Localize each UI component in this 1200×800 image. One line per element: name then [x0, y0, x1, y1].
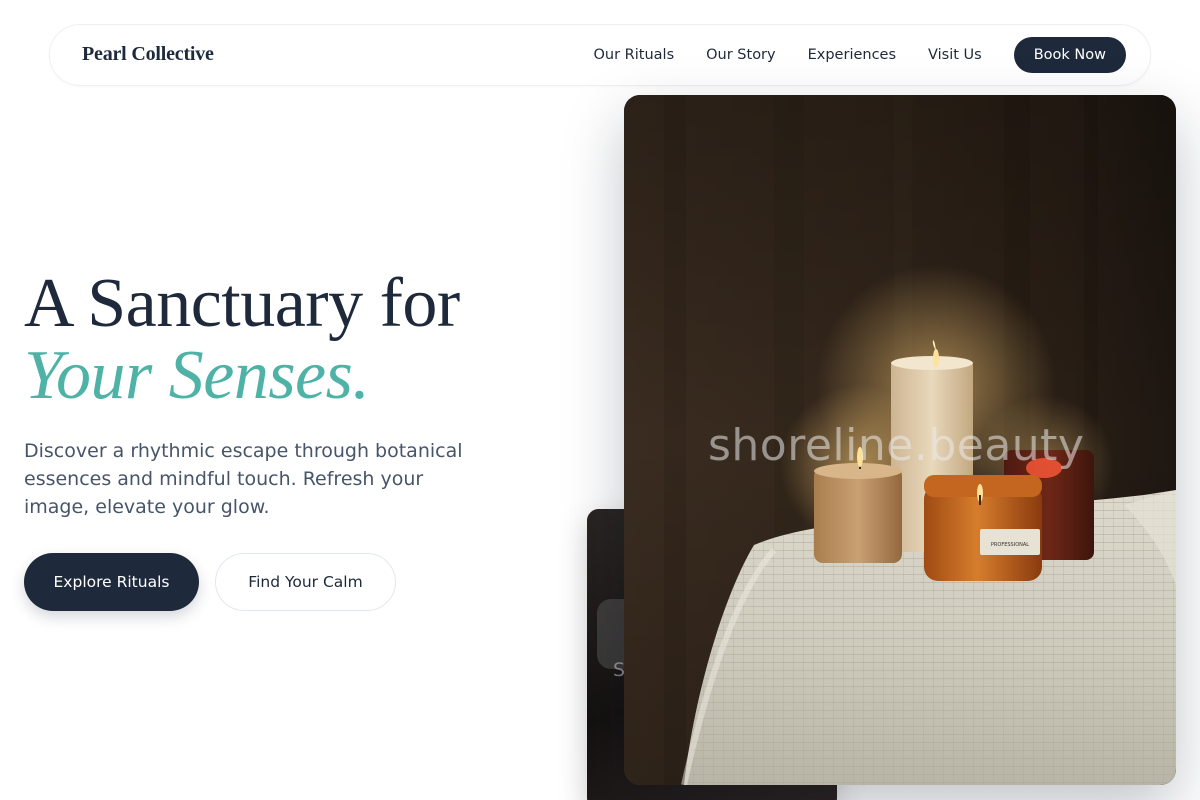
top-navigation: Pearl Collective Our Rituals Our Story E… — [49, 24, 1151, 86]
book-now-button[interactable]: Book Now — [1013, 37, 1126, 73]
nav-link-experiences[interactable]: Experiences — [808, 47, 896, 63]
hero-photo-card: PROFESSIONAL shoreline.beauty — [624, 95, 1176, 785]
hero-subtitle: Discover a rhythmic escape through botan… — [24, 440, 463, 518]
find-your-calm-button[interactable]: Find Your Calm — [215, 553, 396, 611]
photo-watermark: shoreline.beauty — [708, 420, 1085, 471]
explore-rituals-button[interactable]: Explore Rituals — [24, 553, 199, 611]
hero-title-accent: Your Senses. — [24, 337, 370, 414]
nav-links: Our Rituals Our Story Experiences Visit … — [594, 37, 1126, 73]
jar-label: PROFESSIONAL — [991, 542, 1029, 548]
hero-title-line-1: A Sanctuary for — [24, 265, 460, 342]
nav-link-visit-us[interactable]: Visit Us — [928, 47, 982, 63]
brand-logo[interactable]: Pearl Collective — [82, 43, 214, 66]
hero-title: A Sanctuary for Your Senses. — [24, 268, 584, 412]
nav-link-our-rituals[interactable]: Our Rituals — [594, 47, 675, 63]
nav-link-our-story[interactable]: Our Story — [706, 47, 775, 63]
